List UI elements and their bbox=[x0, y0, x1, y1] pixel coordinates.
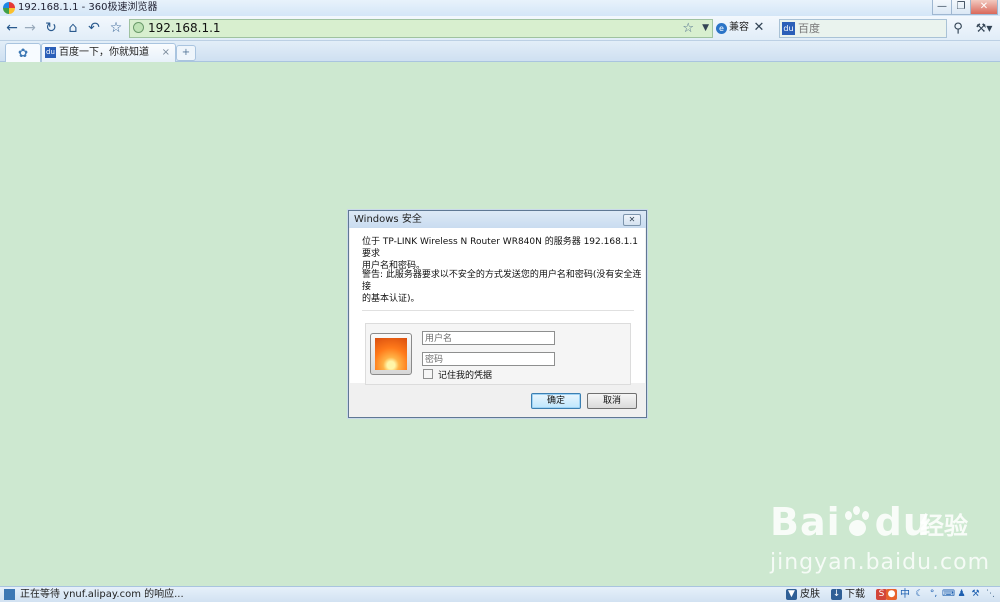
dialog-message-line1: 位于 TP-LINK Wireless N Router WR840N 的服务器… bbox=[362, 237, 638, 259]
site-info-icon[interactable] bbox=[133, 22, 144, 33]
stop-icon[interactable]: ✕ bbox=[752, 19, 766, 36]
resize-grip-icon[interactable]: ⋱ bbox=[985, 589, 996, 600]
dialog-title-bar: Windows 安全 ✕ bbox=[349, 211, 646, 228]
baidu-engine-icon[interactable]: du bbox=[782, 22, 795, 35]
search-input[interactable] bbox=[798, 20, 938, 37]
ok-button[interactable]: 确定 bbox=[531, 393, 581, 409]
ime-keyboard-icon[interactable]: ⌨ bbox=[942, 589, 955, 600]
maximize-button[interactable]: ❐ bbox=[951, 0, 971, 15]
remember-credentials[interactable]: 记住我的凭据 bbox=[423, 369, 492, 381]
search-icon[interactable]: ⚲ bbox=[948, 19, 968, 38]
status-text: 正在等待 ynuf.alipay.com 的响应... bbox=[20, 589, 184, 600]
dialog-close-icon[interactable]: ✕ bbox=[623, 214, 641, 226]
download-label[interactable]: 下载 bbox=[845, 587, 865, 602]
compat-mode-button[interactable]: e 兼容 bbox=[714, 19, 753, 36]
dialog-warning-line2: 的基本认证)。 bbox=[362, 294, 420, 304]
user-avatar-tile bbox=[370, 333, 412, 375]
tab-close-icon[interactable]: × bbox=[162, 44, 170, 62]
ime-skin-icon[interactable]: ♟ bbox=[956, 589, 967, 600]
watermark-url: jingyan.baidu.com bbox=[770, 550, 991, 575]
favorites-star-icon[interactable]: ☆ bbox=[106, 18, 126, 38]
close-window-button[interactable]: ✕ bbox=[970, 0, 998, 15]
dialog-message: 位于 TP-LINK Wireless N Router WR840N 的服务器… bbox=[362, 236, 642, 272]
browser-logo-icon bbox=[3, 2, 15, 14]
forward-icon[interactable]: → bbox=[20, 18, 40, 38]
window-title: 192.168.1.1 - 360极速浏览器 bbox=[18, 2, 158, 13]
ie-icon: e bbox=[716, 23, 727, 34]
ime-logo-icon[interactable]: ● bbox=[886, 589, 897, 600]
home-icon[interactable]: ⌂ bbox=[63, 18, 83, 38]
tab-label: 百度一下，你就知道 bbox=[59, 47, 149, 58]
windows-security-dialog: Windows 安全 ✕ 位于 TP-LINK Wireless N Route… bbox=[348, 210, 647, 418]
undo-close-icon[interactable]: ↶ bbox=[84, 18, 104, 38]
baidu-favicon-icon: du bbox=[45, 47, 56, 58]
watermark-jingyan: 经验 bbox=[920, 512, 968, 540]
password-input[interactable]: 密码 bbox=[422, 352, 555, 366]
credential-panel: 用户名 密码 记住我的凭据 bbox=[365, 323, 631, 385]
minimize-button[interactable]: — bbox=[932, 0, 952, 15]
address-bar[interactable]: 192.168.1.1 ☆ ▼ bbox=[129, 19, 713, 38]
page-status-icon bbox=[4, 589, 15, 600]
dialog-title: Windows 安全 bbox=[354, 214, 422, 225]
address-dropdown-icon[interactable]: ▼ bbox=[702, 20, 709, 37]
dialog-warning: 警告: 此服务器要求以不安全的方式发送您的用户名和密码(没有安全连接 的基本认证… bbox=[362, 269, 642, 305]
cancel-button[interactable]: 取消 bbox=[587, 393, 637, 409]
tab-bar: ✿ du 百度一下，你就知道 × + bbox=[0, 41, 1000, 62]
refresh-icon[interactable]: ↻ bbox=[41, 18, 61, 38]
dialog-warning-line1: 警告: 此服务器要求以不安全的方式发送您的用户名和密码(没有安全连接 bbox=[362, 270, 642, 292]
flower-avatar-icon bbox=[375, 338, 407, 370]
skin-icon[interactable]: ▼ bbox=[786, 589, 797, 600]
remember-checkbox[interactable] bbox=[423, 369, 433, 379]
title-bar: 192.168.1.1 - 360极速浏览器 — ❐ ✕ bbox=[0, 0, 1000, 17]
ime-tools-icon[interactable]: ⚒ bbox=[970, 589, 981, 600]
baidu-jingyan-watermark: Bai du 经验 jingyan.baidu.com bbox=[770, 492, 1000, 582]
baidu-paw-icon bbox=[841, 505, 875, 539]
navigation-toolbar: ← → ↻ ⌂ ↶ ☆ 192.168.1.1 ☆ ▼ e兼容 ✕ du ⚲ ⚒… bbox=[0, 16, 1000, 41]
speed-dial-tab-icon[interactable]: ✿ bbox=[5, 43, 41, 62]
back-icon[interactable]: ← bbox=[2, 18, 22, 38]
ime-punct-icon[interactable]: °, bbox=[928, 589, 939, 600]
address-url[interactable]: 192.168.1.1 bbox=[148, 20, 221, 37]
search-box[interactable]: du bbox=[779, 19, 947, 38]
username-input[interactable]: 用户名 bbox=[422, 331, 555, 345]
status-bar: 正在等待 ynuf.alipay.com 的响应... ▼ 皮肤 ↓ 下载 S … bbox=[0, 586, 1000, 602]
watermark-brand-text: Bai bbox=[770, 500, 841, 544]
bookmark-star-icon[interactable]: ☆ bbox=[682, 20, 694, 37]
skin-label[interactable]: 皮肤 bbox=[800, 587, 820, 602]
tab-baidu[interactable]: du 百度一下，你就知道 × bbox=[41, 43, 176, 62]
dialog-body: 位于 TP-LINK Wireless N Router WR840N 的服务器… bbox=[350, 228, 645, 385]
ime-mode-label[interactable]: 中 bbox=[900, 587, 910, 602]
dialog-divider bbox=[362, 310, 634, 311]
ime-moon-icon[interactable]: ☾ bbox=[914, 589, 925, 600]
new-tab-icon[interactable]: + bbox=[176, 45, 196, 61]
tools-wrench-icon[interactable]: ⚒▾ bbox=[972, 19, 996, 38]
compat-label: 兼容 bbox=[729, 22, 749, 33]
download-icon[interactable]: ↓ bbox=[831, 589, 842, 600]
remember-label: 记住我的凭据 bbox=[438, 371, 493, 381]
watermark-brand: Bai du bbox=[770, 500, 931, 544]
